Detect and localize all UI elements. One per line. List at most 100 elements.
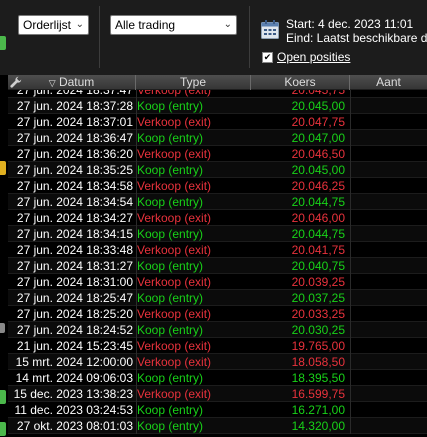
row-price: 20.040,75: [291, 259, 345, 273]
sort-desc-icon: ▽: [48, 78, 56, 88]
table-row[interactable]: 27 jun. 2024 18:37:01 Verkoop (exit) 20.04…: [8, 114, 427, 130]
side-tab-green[interactable]: [0, 36, 6, 50]
row-date: 27 jun. 2024 18:25:47: [16, 291, 133, 305]
row-qty: [350, 274, 427, 290]
calendar-icon[interactable]: [261, 20, 279, 39]
table-row[interactable]: 27 jun. 2024 18:36:47 Koop (entry) 20.047,…: [8, 130, 427, 146]
column-type-header[interactable]: Type: [136, 75, 251, 90]
column-date-header[interactable]: ▽ Datum: [8, 75, 136, 90]
row-type: Koop (entry): [137, 371, 204, 385]
table-row[interactable]: 27 jun. 2024 18:24:52 Koop (entry) 20.030,…: [8, 322, 427, 338]
row-type: Koop (entry): [137, 163, 204, 177]
open-positions-checkbox[interactable]: ✔: [262, 51, 273, 63]
table-row[interactable]: 14 mrt. 2024 09:06:03 Koop (entry) 18.395,…: [8, 370, 427, 386]
row-type: Verkoop (exit): [137, 179, 212, 193]
row-qty: [350, 386, 427, 402]
row-type: Koop (entry): [137, 419, 204, 433]
row-price: 20.047,00: [291, 131, 345, 145]
row-date: 15 dec. 2023 13:38:23: [13, 387, 133, 401]
table-row[interactable]: 27 okt. 2023 08:01:03 Koop (entry) 14.320,…: [8, 418, 427, 434]
toolbar: Orderlijst ⌄ Alle trading ⌄ Start: 4 dec…: [0, 0, 427, 75]
table-row[interactable]: 27 jun. 2024 18:36:20 Verkoop (exit) 20.04…: [8, 146, 427, 162]
row-date: 27 jun. 2024 18:36:20: [16, 147, 133, 161]
side-tab-yellow[interactable]: [0, 161, 6, 175]
row-price: 18.395,50: [291, 371, 345, 385]
table-row[interactable]: 27 jun. 2024 18:34:54 Koop (entry) 20.044,…: [8, 194, 427, 210]
row-type: Verkoop (exit): [137, 275, 212, 289]
row-date: 27 jun. 2024 18:37:28: [16, 99, 133, 113]
table-row[interactable]: 15 dec. 2023 13:38:23 Verkoop (exit) 16.59…: [8, 386, 427, 402]
row-date: 27 okt. 2023 08:01:03: [16, 419, 133, 433]
row-price: 20.037,25: [291, 291, 345, 305]
row-price: 14.320,00: [291, 419, 345, 433]
row-qty: [350, 162, 427, 178]
row-qty: [350, 306, 427, 322]
table-row[interactable]: 27 jun. 2024 18:34:27 Verkoop (exit) 20.04…: [8, 210, 427, 226]
trading-filter-value: Alle trading: [115, 18, 176, 32]
row-price: 20.046,25: [291, 179, 345, 193]
row-date: 27 jun. 2024 18:37:01: [16, 115, 133, 129]
table-row[interactable]: 27 jun. 2024 18:31:00 Verkoop (exit) 20.03…: [8, 274, 427, 290]
row-type: Verkoop (exit): [137, 387, 212, 401]
row-type: Verkoop (exit): [137, 355, 212, 369]
row-price: 16.271,00: [291, 403, 345, 417]
row-type: Koop (entry): [137, 227, 204, 241]
row-qty: [350, 98, 427, 114]
row-qty: [350, 146, 427, 162]
column-price-label: Koers: [284, 75, 316, 89]
chevron-down-icon: ⌄: [223, 19, 232, 30]
row-price: 19.765,00: [291, 339, 345, 353]
row-type: Koop (entry): [137, 403, 204, 417]
row-date: 27 jun. 2024 18:25:20: [16, 307, 133, 321]
side-tab-green[interactable]: [0, 390, 6, 404]
orderlist-select-value: Orderlijst: [23, 18, 72, 32]
row-price: 20.033,25: [291, 307, 345, 321]
row-date: 27 jun. 2024 18:34:54: [16, 195, 133, 209]
row-qty: [350, 418, 427, 434]
column-qty-header[interactable]: Aant: [350, 75, 427, 90]
row-date: 27 jun. 2024 18:31:27: [16, 259, 133, 273]
column-date-label: Datum: [58, 75, 95, 89]
row-qty: [350, 114, 427, 130]
row-date: 27 jun. 2024 18:24:52: [16, 323, 133, 337]
table-row[interactable]: 27 jun. 2024 18:37:28 Koop (entry) 20.045,…: [8, 98, 427, 114]
table-row[interactable]: 27 jun. 2024 18:34:58 Verkoop (exit) 20.04…: [8, 178, 427, 194]
row-price: 20.030,25: [291, 323, 345, 337]
row-qty: [350, 290, 427, 306]
side-tab-green[interactable]: [0, 422, 6, 436]
row-type: Verkoop (exit): [137, 307, 212, 321]
table-row[interactable]: 27 jun. 2024 18:33:48 Verkoop (exit) 20.04…: [8, 242, 427, 258]
row-date: 27 jun. 2024 18:34:27: [16, 211, 133, 225]
row-qty: [350, 354, 427, 370]
table-row[interactable]: 27 jun. 2024 18:25:20 Verkoop (exit) 20.03…: [8, 306, 427, 322]
row-price: 20.044,75: [291, 195, 345, 209]
row-price: 20.039,25: [291, 275, 345, 289]
open-positions-toggle[interactable]: ✔ Open posities: [262, 50, 350, 64]
side-tab-gray[interactable]: [0, 323, 5, 333]
row-price: 20.046,00: [291, 211, 345, 225]
orderlist-select[interactable]: Orderlijst ⌄: [18, 15, 89, 35]
table-row[interactable]: 21 jun. 2024 15:23:45 Verkoop (exit) 19.76…: [8, 338, 427, 354]
row-date: 15 mrt. 2024 12:00:00: [15, 355, 133, 369]
open-positions-label: Open posities: [277, 50, 351, 64]
trade-list[interactable]: 27 jun. 2024 18:37:47 Verkoop (exit) 20.04…: [8, 82, 427, 437]
trading-filter-select[interactable]: Alle trading ⌄: [110, 15, 237, 35]
row-date: 27 jun. 2024 18:31:00: [16, 275, 133, 289]
table-row[interactable]: 27 jun. 2024 18:25:47 Koop (entry) 20.037,…: [8, 290, 427, 306]
row-price: 18.058,50: [291, 355, 345, 369]
row-price: 20.047,75: [291, 115, 345, 129]
row-type: Verkoop (exit): [137, 243, 212, 257]
row-qty: [350, 130, 427, 146]
column-price-header[interactable]: Koers: [251, 75, 350, 90]
toolbar-divider: [249, 6, 250, 68]
table-row[interactable]: 11 dec. 2023 03:24:53 Koop (entry) 16.271,…: [8, 402, 427, 418]
table-row[interactable]: 15 mrt. 2024 12:00:00 Verkoop (exit) 18.05…: [8, 354, 427, 370]
table-row[interactable]: 27 jun. 2024 18:31:27 Koop (entry) 20.040,…: [8, 258, 427, 274]
table-row[interactable]: 27 jun. 2024 18:35:25 Koop (entry) 20.045,…: [8, 162, 427, 178]
row-price: 20.046,50: [291, 147, 345, 161]
row-qty: [350, 194, 427, 210]
row-date: 14 mrt. 2024 09:06:03: [15, 371, 133, 385]
row-price: 16.599,75: [291, 387, 345, 401]
table-row[interactable]: 27 jun. 2024 18:34:15 Koop (entry) 20.044,…: [8, 226, 427, 242]
column-qty-label: Aant: [376, 75, 401, 89]
